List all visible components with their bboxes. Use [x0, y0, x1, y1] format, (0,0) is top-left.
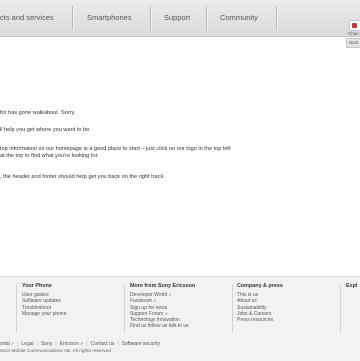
footer-link-software-updates[interactable]: Software updates [22, 298, 66, 304]
footer-heading: Company & press [237, 283, 283, 289]
legal-link-ericsson[interactable]: Ericsson [60, 341, 79, 347]
footer-heading: More from Sony Ericsson [130, 283, 196, 289]
error-message-line-5: , the header and footer should help get … [0, 174, 165, 180]
external-link-icon: ⇗ [10, 341, 15, 346]
error-message-line-4: at the top to find what you're looking f… [0, 153, 99, 159]
error-message-line-3: top information so our homepage is a goo… [0, 146, 231, 152]
legal-link-contact-us[interactable]: Contact us [91, 341, 115, 347]
nav-divider [276, 6, 278, 30]
nav-divider [72, 6, 74, 30]
footer-link-manage-phone[interactable]: Manage your phone [22, 311, 66, 317]
error-message-line-1: for has gone walkabout. Sorry. [0, 110, 76, 116]
footer-heading: Expl [346, 283, 358, 289]
link-label: Developer World [130, 292, 168, 298]
country-selector-button[interactable] [349, 20, 360, 31]
nav-products-and-services[interactable]: cts and services [0, 0, 54, 36]
footer-column-more: More from Sony Ericsson Developer World⇗… [130, 283, 195, 330]
nav-divider [150, 6, 152, 30]
external-link-icon: ⇗ [152, 298, 157, 304]
footer-divider [16, 285, 17, 333]
flag-icon [352, 23, 357, 28]
legal-link-legal[interactable]: Legal [21, 341, 33, 347]
legal-links: ortal⇗ | Legal | Sony | Ericsson⇗ | Contact us | S… [0, 341, 160, 347]
footer-divider [232, 285, 233, 333]
footer-column-explore: Expl [346, 283, 357, 292]
separator: | [17, 341, 19, 347]
separator: | [117, 341, 119, 347]
separator: | [55, 341, 57, 347]
footer-link-press-resources[interactable]: Press resources [237, 317, 283, 323]
external-link-icon: ⇗ [79, 341, 84, 346]
external-link-icon: ⇗ [168, 292, 172, 297]
external-link-icon: ⇗ [164, 310, 168, 316]
nav-community[interactable]: Community [220, 0, 258, 36]
change-location-label: Chan [348, 31, 359, 36]
link-label: Facebook [130, 298, 152, 305]
link-label: Support Forum [130, 310, 164, 317]
nav-smartphones[interactable]: Smartphones [87, 0, 132, 36]
legal-link-sony[interactable]: Sony [41, 341, 52, 347]
nav-support[interactable]: Support [164, 0, 190, 36]
footer-column-your-phone: Your Phone User guides Software updates … [22, 283, 66, 317]
legal-link-portal[interactable]: ortal [0, 341, 10, 347]
footer-divider [340, 285, 341, 333]
footer-column-company: Company & press This is us About us Sust… [237, 283, 283, 323]
legal-link-software-security[interactable]: Software security [122, 341, 160, 347]
footer-link-find-us[interactable]: Find us follow us talk to us [130, 323, 195, 329]
separator: | [36, 341, 38, 347]
separator: | [86, 341, 88, 347]
footer-divider [124, 285, 125, 333]
region-select[interactable]: GLO [346, 38, 360, 48]
nav-divider [206, 6, 208, 30]
top-navigation: cts and services Smartphones Support Com… [0, 0, 360, 37]
copyright-text: sson Mobile Communications AB. All right… [0, 349, 111, 354]
error-message-line-2: ll help you get where you want to be. [0, 127, 91, 133]
footer-heading: Your Phone [22, 283, 52, 289]
